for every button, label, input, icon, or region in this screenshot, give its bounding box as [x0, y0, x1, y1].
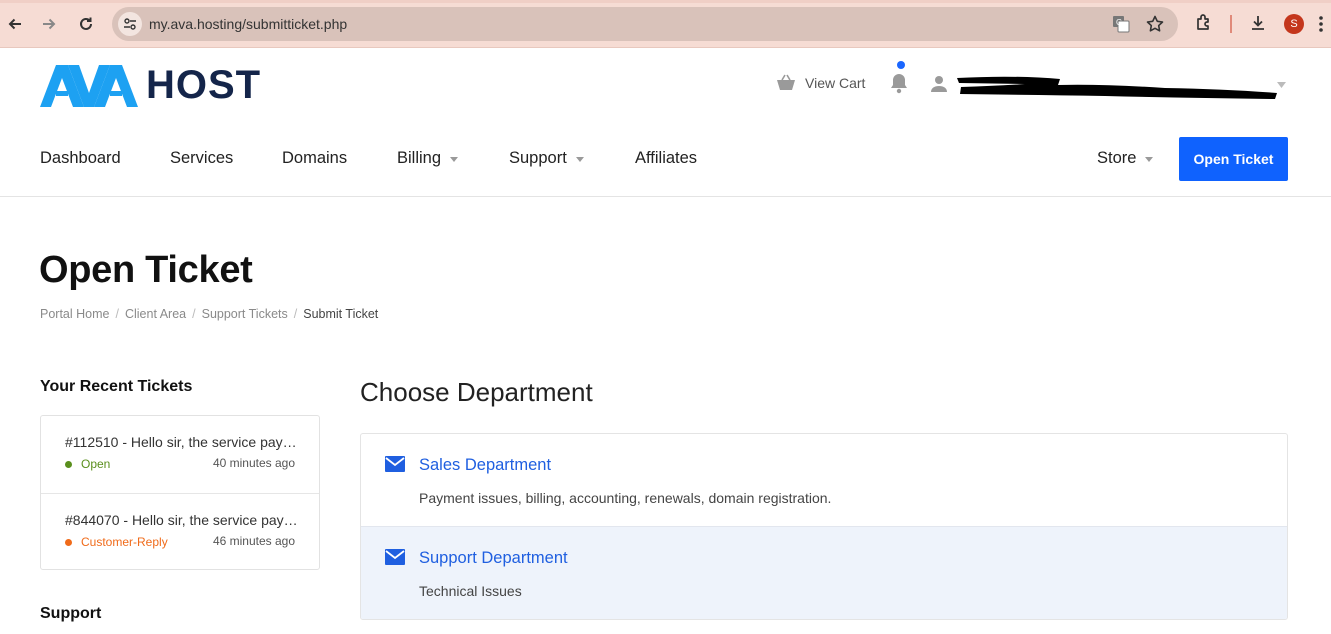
department-item-sales[interactable]: Sales Department Payment issues, billing…: [361, 434, 1287, 527]
nav-affiliates[interactable]: Affiliates: [635, 149, 697, 168]
nav-services-label: Services: [170, 149, 234, 167]
status-dot-icon: [65, 460, 72, 468]
back-button[interactable]: [3, 12, 27, 36]
svg-text:G: G: [1116, 18, 1122, 27]
redacted-user-name[interactable]: [955, 74, 1280, 100]
nav-support-label: Support: [509, 149, 567, 167]
ticket-time: 40 minutes ago: [212, 456, 295, 470]
cart-basket-icon: [777, 74, 795, 90]
translate-icon[interactable]: G: [1112, 15, 1130, 33]
page-title: Open Ticket: [39, 249, 253, 291]
ticket-status: Open: [65, 457, 110, 471]
breadcrumb-separator: /: [293, 307, 298, 321]
view-cart-link[interactable]: View Cart: [776, 74, 865, 92]
nav-dashboard-label: Dashboard: [40, 149, 121, 167]
reload-icon: [80, 17, 92, 30]
logo-host-text: HOST: [146, 63, 262, 107]
department-description: Payment issues, billing, accounting, ren…: [419, 490, 832, 506]
header-divider: [0, 196, 1331, 197]
logo-ava-mark: [40, 63, 138, 107]
ticket-title[interactable]: #112510 - Hello sir, the service pay…: [65, 434, 297, 450]
reload-button[interactable]: [74, 12, 98, 36]
nav-support[interactable]: Support: [509, 149, 584, 168]
ticket-status-label: Open: [81, 457, 111, 471]
extensions-puzzle-icon[interactable]: [1194, 13, 1214, 33]
ticket-status: Customer-Reply: [65, 535, 168, 549]
browser-toolbar: my.ava.hosting/submitticket.php G S: [0, 0, 1331, 48]
nav-store[interactable]: Store: [1097, 149, 1154, 168]
breadcrumb-separator: /: [115, 307, 119, 321]
breadcrumb: Portal Home / Client Area / Support Tick…: [40, 307, 378, 321]
ticket-item[interactable]: #844070 - Hello sir, the service pay… Cu…: [41, 493, 319, 570]
breadcrumb-separator: /: [192, 307, 196, 321]
nav-dashboard[interactable]: Dashboard: [40, 149, 121, 168]
nav-billing[interactable]: Billing: [397, 149, 459, 168]
tab-strip-accent: [0, 0, 1331, 3]
forward-button[interactable]: [37, 12, 61, 36]
support-sidebar-heading: Support: [40, 605, 102, 622]
department-name[interactable]: Support Department: [419, 549, 568, 568]
browser-menu-icon[interactable]: [1316, 14, 1326, 34]
breadcrumb-portal-home[interactable]: Portal Home: [40, 307, 109, 321]
ticket-time: 46 minutes ago: [212, 534, 295, 548]
nav-domains-label: Domains: [282, 149, 348, 167]
recent-tickets-heading: Your Recent Tickets: [40, 378, 193, 395]
ticket-status-label: Customer-Reply: [81, 535, 168, 549]
chevron-down-icon: [575, 156, 584, 162]
breadcrumb-submit-ticket: Submit Ticket: [303, 307, 379, 321]
nav-affiliates-label: Affiliates: [635, 149, 698, 167]
nav-store-label: Store: [1097, 149, 1137, 167]
chevron-down-icon: [450, 156, 459, 162]
site-logo[interactable]: HOST: [40, 62, 261, 108]
department-list: Sales Department Payment issues, billing…: [360, 433, 1288, 620]
department-item-support[interactable]: Support Department Technical Issues: [361, 526, 1287, 619]
nav-services[interactable]: Services: [170, 149, 233, 168]
status-dot-icon: [65, 538, 72, 546]
recent-tickets-list: #112510 - Hello sir, the service pay… Op…: [40, 415, 320, 570]
envelope-icon: [385, 456, 405, 472]
choose-department-heading: Choose Department: [360, 377, 593, 407]
user-icon[interactable]: [930, 75, 948, 93]
nav-domains[interactable]: Domains: [282, 149, 347, 168]
breadcrumb-client-area[interactable]: Client Area: [125, 307, 186, 321]
notifications-bell-icon[interactable]: [889, 72, 909, 94]
ticket-title[interactable]: #844070 - Hello sir, the service pay…: [65, 512, 298, 528]
bookmark-star-icon[interactable]: [1145, 14, 1165, 34]
url-text[interactable]: my.ava.hosting/submitticket.php: [149, 16, 347, 32]
view-cart-label: View Cart: [805, 75, 866, 91]
department-name[interactable]: Sales Department: [419, 456, 551, 475]
ticket-item[interactable]: #112510 - Hello sir, the service pay… Op…: [41, 416, 319, 493]
nav-billing-label: Billing: [397, 149, 442, 167]
site-settings-icon[interactable]: [118, 12, 142, 36]
envelope-icon: [385, 549, 405, 565]
back-arrow-icon: [8, 18, 21, 30]
forward-arrow-icon: [43, 18, 56, 30]
profile-avatar[interactable]: S: [1284, 14, 1304, 34]
breadcrumb-support-tickets[interactable]: Support Tickets: [202, 307, 288, 321]
toolbar-divider: [1230, 15, 1232, 33]
main-navigation: Dashboard Services Domains Billing Suppo…: [0, 137, 1331, 181]
department-description: Technical Issues: [419, 583, 522, 599]
download-icon[interactable]: [1248, 13, 1268, 33]
open-ticket-button[interactable]: Open Ticket: [1179, 137, 1288, 181]
address-bar[interactable]: my.ava.hosting/submitticket.php G: [112, 7, 1178, 41]
chevron-down-icon: [1145, 156, 1154, 162]
notification-dot: [897, 61, 905, 69]
user-menu-chevron-icon[interactable]: [1277, 82, 1286, 88]
